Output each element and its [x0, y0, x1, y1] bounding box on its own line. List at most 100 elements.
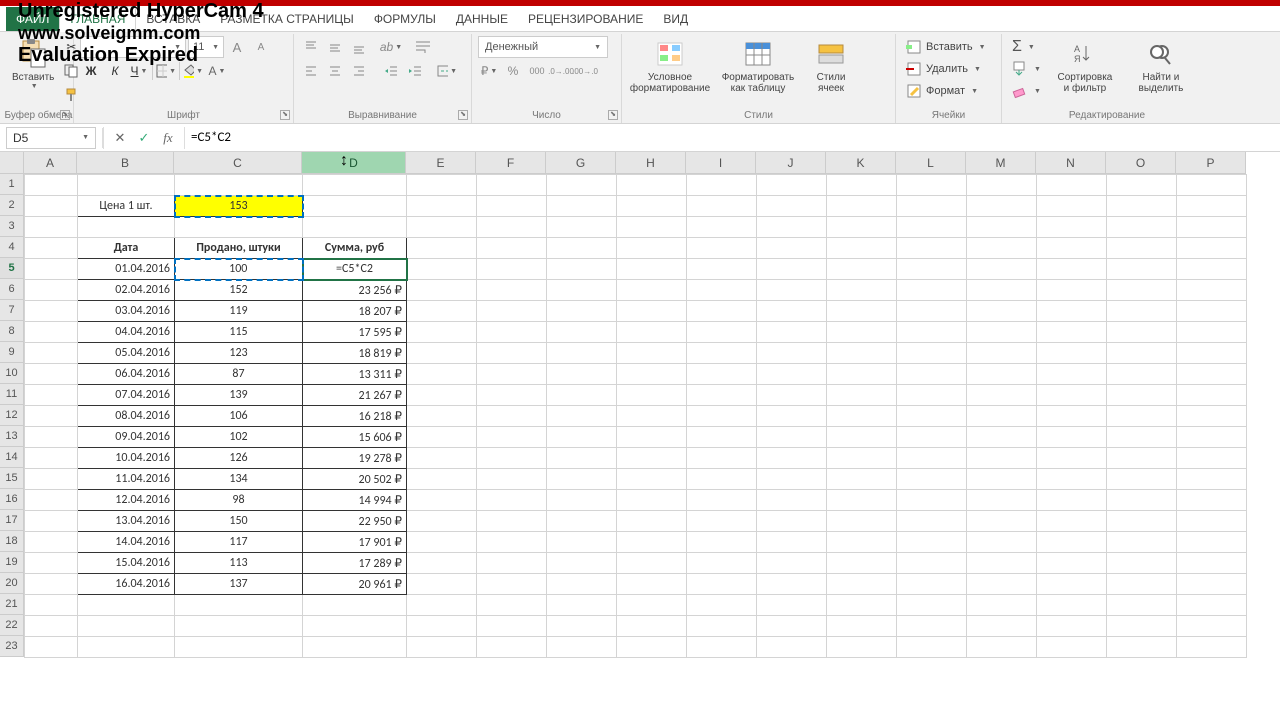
- row-header-3[interactable]: 3: [0, 216, 24, 237]
- chevron-down-icon: ▼: [1028, 44, 1035, 51]
- row-header-19[interactable]: 19: [0, 552, 24, 573]
- fill-button[interactable]: ▼: [1008, 58, 1045, 80]
- row-header-2[interactable]: 2: [0, 195, 24, 216]
- col-header-N[interactable]: N: [1036, 152, 1106, 174]
- row-header-13[interactable]: 13: [0, 426, 24, 447]
- clear-button[interactable]: ▼: [1008, 80, 1045, 102]
- col-header-K[interactable]: K: [826, 152, 896, 174]
- chevron-down-icon: ▼: [31, 83, 38, 90]
- table-label: Форматировать как таблицу: [722, 72, 795, 94]
- row-header-4[interactable]: 4: [0, 237, 24, 258]
- align-center-button[interactable]: [324, 60, 346, 82]
- align-middle-button[interactable]: [324, 36, 346, 58]
- delete-cells-button[interactable]: Удалить▼: [902, 58, 985, 80]
- cell-styles-button[interactable]: Стили ячеек: [804, 36, 858, 96]
- col-header-I[interactable]: I: [686, 152, 756, 174]
- row-header-6[interactable]: 6: [0, 279, 24, 300]
- row-header-17[interactable]: 17: [0, 510, 24, 531]
- col-header-L[interactable]: L: [896, 152, 966, 174]
- accounting-format-button[interactable]: ₽▼: [478, 60, 500, 82]
- row-header-14[interactable]: 14: [0, 447, 24, 468]
- chevron-down-icon: ▼: [169, 68, 176, 75]
- row-header-7[interactable]: 7: [0, 300, 24, 321]
- row-header-22[interactable]: 22: [0, 615, 24, 636]
- increase-decimal-button[interactable]: .0→.00: [550, 60, 572, 82]
- cond-format-icon: [654, 38, 686, 70]
- column-headers: ABCDEFGHIJKLMNOP: [24, 152, 1280, 174]
- align-top-button[interactable]: [300, 36, 322, 58]
- merge-button[interactable]: ▼: [436, 60, 458, 82]
- align-right-button[interactable]: [348, 60, 370, 82]
- col-header-P[interactable]: P: [1176, 152, 1246, 174]
- col-header-O[interactable]: O: [1106, 152, 1176, 174]
- cells-area[interactable]: Цена 1 шт.153ДатаПродано, штукиСумма, ру…: [24, 174, 1280, 658]
- align-left-button[interactable]: [300, 60, 322, 82]
- tab-data[interactable]: ДАННЫЕ: [446, 7, 518, 31]
- chevron-down-icon: ▼: [219, 68, 226, 75]
- col-header-E[interactable]: E: [406, 152, 476, 174]
- decrease-decimal-button[interactable]: .00→.0: [574, 60, 596, 82]
- row-header-8[interactable]: 8: [0, 321, 24, 342]
- comma-style-button[interactable]: 000: [526, 60, 548, 82]
- number-launcher[interactable]: ⬊: [608, 110, 618, 120]
- row-header-9[interactable]: 9: [0, 342, 24, 363]
- row-header-23[interactable]: 23: [0, 636, 24, 657]
- chevron-down-icon: ▼: [196, 68, 203, 75]
- row-header-20[interactable]: 20: [0, 573, 24, 594]
- format-as-table-button[interactable]: Форматировать как таблицу: [716, 36, 800, 96]
- cell-styles-label: Стили ячеек: [817, 72, 846, 94]
- insert-function-button[interactable]: fx: [160, 130, 176, 146]
- cancel-formula-button[interactable]: ✕: [112, 130, 128, 146]
- row-header-5[interactable]: 5: [0, 258, 24, 279]
- align-bottom-button[interactable]: [348, 36, 370, 58]
- wrap-text-button[interactable]: [412, 36, 434, 58]
- insert-cells-icon: [906, 39, 922, 55]
- x-icon: ✕: [115, 130, 126, 145]
- alignment-launcher[interactable]: ⬊: [458, 110, 468, 120]
- autosum-button[interactable]: Σ▼: [1008, 36, 1045, 58]
- col-header-D[interactable]: D: [302, 152, 406, 174]
- clipboard-launcher[interactable]: ⬊: [60, 110, 70, 120]
- row-header-18[interactable]: 18: [0, 531, 24, 552]
- row-header-11[interactable]: 11: [0, 384, 24, 405]
- col-header-M[interactable]: M: [966, 152, 1036, 174]
- row-header-12[interactable]: 12: [0, 405, 24, 426]
- decrease-indent-button[interactable]: [380, 60, 402, 82]
- select-all-corner[interactable]: [0, 152, 24, 174]
- conditional-format-button[interactable]: Условное форматирование: [628, 36, 712, 96]
- insert-cells-button[interactable]: Вставить▼: [902, 36, 990, 58]
- row-header-21[interactable]: 21: [0, 594, 24, 615]
- align-top-icon: [304, 40, 318, 54]
- col-header-F[interactable]: F: [476, 152, 546, 174]
- sort-filter-button[interactable]: AЯ Сортировка и фильтр: [1049, 36, 1121, 96]
- name-box[interactable]: D5▼: [6, 127, 96, 149]
- orientation-button[interactable]: ab▼: [380, 36, 402, 58]
- col-header-H[interactable]: H: [616, 152, 686, 174]
- enter-formula-button[interactable]: ✓: [136, 130, 152, 146]
- col-header-J[interactable]: J: [756, 152, 826, 174]
- formula-input[interactable]: [185, 127, 1280, 149]
- row-header-1[interactable]: 1: [0, 174, 24, 195]
- row-header-16[interactable]: 16: [0, 489, 24, 510]
- col-header-B[interactable]: B: [77, 152, 174, 174]
- find-icon: [1145, 38, 1177, 70]
- number-format-select[interactable]: Денежный▼: [478, 36, 608, 58]
- chevron-down-icon: ▼: [1034, 66, 1041, 73]
- find-select-button[interactable]: Найти и выделить: [1125, 36, 1197, 96]
- chevron-down-icon: ▼: [594, 44, 601, 51]
- tab-review[interactable]: РЕЦЕНЗИРОВАНИЕ: [518, 7, 653, 31]
- format-cells-button[interactable]: Формат▼: [902, 80, 982, 102]
- col-header-G[interactable]: G: [546, 152, 616, 174]
- col-header-C[interactable]: C: [174, 152, 302, 174]
- tab-formulas[interactable]: ФОРМУЛЫ: [364, 7, 446, 31]
- dec-decimal-icon: .00→.0: [572, 67, 598, 76]
- row-header-15[interactable]: 15: [0, 468, 24, 489]
- row-header-10[interactable]: 10: [0, 363, 24, 384]
- font-launcher[interactable]: ⬊: [280, 110, 290, 120]
- percent-button[interactable]: %: [502, 60, 524, 82]
- group-cells: Ячейки: [896, 110, 1001, 121]
- increase-indent-button[interactable]: [404, 60, 426, 82]
- col-header-A[interactable]: A: [24, 152, 77, 174]
- watermark: Unregistered HyperCam 4 www.solveigmm.co…: [18, 0, 264, 67]
- tab-view[interactable]: ВИД: [653, 7, 698, 31]
